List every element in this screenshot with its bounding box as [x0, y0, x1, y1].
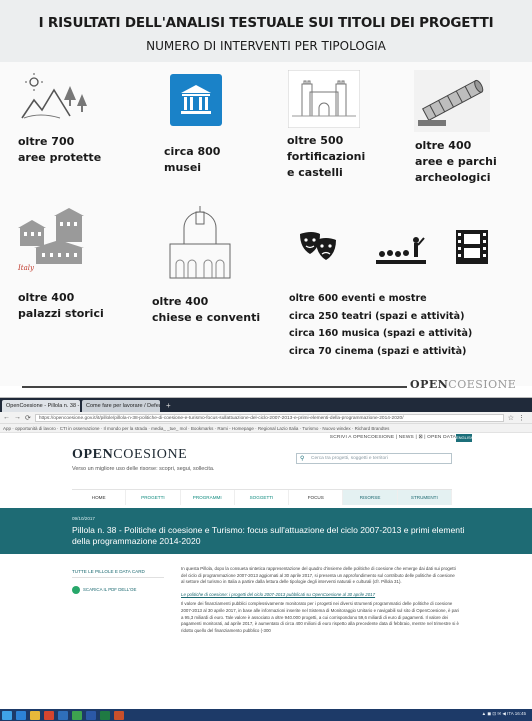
mountains-icon [21, 73, 87, 119]
opencoesione-logo: OPENCOESIONE [410, 378, 517, 391]
item-palazzi-storici: oltre 400 palazzi storici [18, 291, 104, 320]
menu-focus[interactable]: FOCUS [289, 490, 344, 505]
site-logo[interactable]: OPENCOESIONE [72, 447, 187, 463]
search-icon: ⚲ [300, 456, 305, 462]
article-date: 09/10/2017 [72, 516, 95, 521]
address-bar: ← → ⟳ https://opencoesione.gov.it/it/pil… [0, 412, 532, 424]
article-body: In questa Pillola, dopo la consueta sint… [181, 566, 459, 640]
slide-title: I RISULTATI DELL'ANALISI TESTUALE SUI TI… [38, 15, 494, 31]
browser-window: OpenCoesione - Pillola n. 38 - × Come fa… [0, 397, 532, 721]
reload-icon[interactable]: ⟳ [25, 414, 31, 422]
url-input[interactable]: https://opencoesione.gov.it/it/pillole/p… [34, 413, 504, 422]
chrome-icon[interactable] [72, 710, 82, 720]
folder-icon[interactable] [30, 710, 40, 720]
star-icon[interactable]: ☆ [508, 414, 514, 422]
svg-text:Italy: Italy [17, 264, 35, 272]
menu-strumenti[interactable]: STRUMENTI [397, 490, 452, 505]
site-tagline: Verso un migliore uso delle risorse: sco… [72, 466, 215, 472]
section-heading[interactable]: Le politiche di coesione: i progetti del… [181, 592, 459, 599]
bookmarks-bar[interactable]: App · opportunità di lavoro · CTI in oss… [0, 424, 532, 433]
download-pdf-link[interactable]: SCARICA IL PDF DELL'OE [72, 586, 136, 594]
powerpoint-icon[interactable] [114, 710, 124, 720]
concert-icon [376, 237, 426, 264]
all-pillole-link[interactable]: TUTTE LE PILLOLE E DATA CARD [72, 566, 164, 578]
museum-icon [170, 74, 222, 126]
item-musei: circa 800 musei [164, 145, 221, 174]
article-title: Pillola n. 38 - Politiche di coesione e … [72, 525, 465, 546]
menu-progetti[interactable]: PROGETTI [126, 490, 181, 505]
item-aree-protette: oltre 700 aree protette [18, 135, 102, 164]
theatre-masks-icon [300, 232, 336, 260]
search-input[interactable]: ⚲ Cerca tra progetti, soggetti e territo… [296, 453, 452, 464]
web-page: SCRIVI A OPENCOESIONE | NEWS | ⊠ | OPEN … [0, 433, 532, 711]
menu-home[interactable]: HOME [72, 490, 127, 505]
events-list: oltre 600 eventi e mostre circa 250 teat… [289, 290, 472, 360]
events-item: circa 160 musica (spazi e attività) [289, 328, 473, 339]
start-icon[interactable] [2, 710, 12, 720]
menu-risorse[interactable]: RISORSE [343, 490, 398, 505]
menu-icon[interactable]: ⋮ [518, 414, 525, 422]
language-button[interactable]: ENGLISH [456, 434, 474, 442]
article-header: 09/10/2017 Pillola n. 38 - Politiche di … [0, 508, 532, 554]
tab-second[interactable]: Come fare per lavorare / Defeat - × [82, 400, 160, 412]
system-tray[interactable]: ▲ ◼ ⊡ ✉ ◀ ITA 16:45 [482, 711, 526, 717]
events-item: circa 250 teatri (spazi e attività) [289, 310, 465, 322]
search-placeholder: Cerca tra progetti, soggetti e territori [311, 456, 388, 461]
ie-icon[interactable] [16, 710, 26, 720]
top-links[interactable]: SCRIVI A OPENCOESIONE | NEWS | ⊠ | OPEN … [330, 435, 456, 440]
film-reel-icon [456, 230, 488, 264]
menu-soggetti[interactable]: SOGGETTI [235, 490, 290, 505]
back-icon[interactable]: ← [3, 414, 10, 421]
media-icon[interactable] [44, 710, 54, 720]
item-aree-archeologici: oltre 400 aree e parchi archeologici [415, 139, 497, 184]
events-item: circa 70 cinema (spazi e attività) [289, 345, 467, 357]
column-icon [414, 70, 490, 132]
taskbar: ▲ ◼ ⊡ ✉ ◀ ITA 16:45 [0, 709, 532, 721]
excel-icon[interactable] [100, 710, 110, 720]
divider-line [22, 386, 407, 388]
item-chiese-conventi: oltre 400 chiese e conventi [152, 295, 261, 324]
church-icon [169, 206, 231, 279]
events-item: oltre 600 eventi e mostre [289, 293, 427, 304]
word-icon[interactable] [86, 710, 96, 720]
menu-programmi[interactable]: PROGRAMMI [181, 490, 235, 505]
tab-bar: OpenCoesione - Pillola n. 38 - × Come fa… [0, 398, 532, 412]
article-paragraph: Il valore dei finanziamenti pubblici com… [181, 601, 459, 633]
castle-icon [288, 70, 360, 128]
main-menu: HOME PROGETTI PROGRAMMI SOGGETTI FOCUS R… [72, 489, 452, 505]
share-icon [72, 586, 80, 594]
tab-opencoesione[interactable]: OpenCoesione - Pillola n. 38 - × [2, 400, 80, 412]
article-paragraph: In questa Pillola, dopo la consueta sint… [181, 566, 456, 585]
new-tab-button[interactable]: + [162, 400, 175, 412]
slide-subtitle: NUMERO DI INTERVENTI PER TIPOLOGIA [146, 39, 386, 53]
outlook-icon[interactable] [58, 710, 68, 720]
slide-image: I RISULTATI DELL'ANALISI TESTUALE SUI TI… [0, 0, 532, 391]
item-fortificazioni: oltre 500 fortificazioni e castelli [287, 134, 366, 179]
palace-icon: Italy [17, 208, 84, 272]
forward-icon[interactable]: → [14, 414, 21, 421]
